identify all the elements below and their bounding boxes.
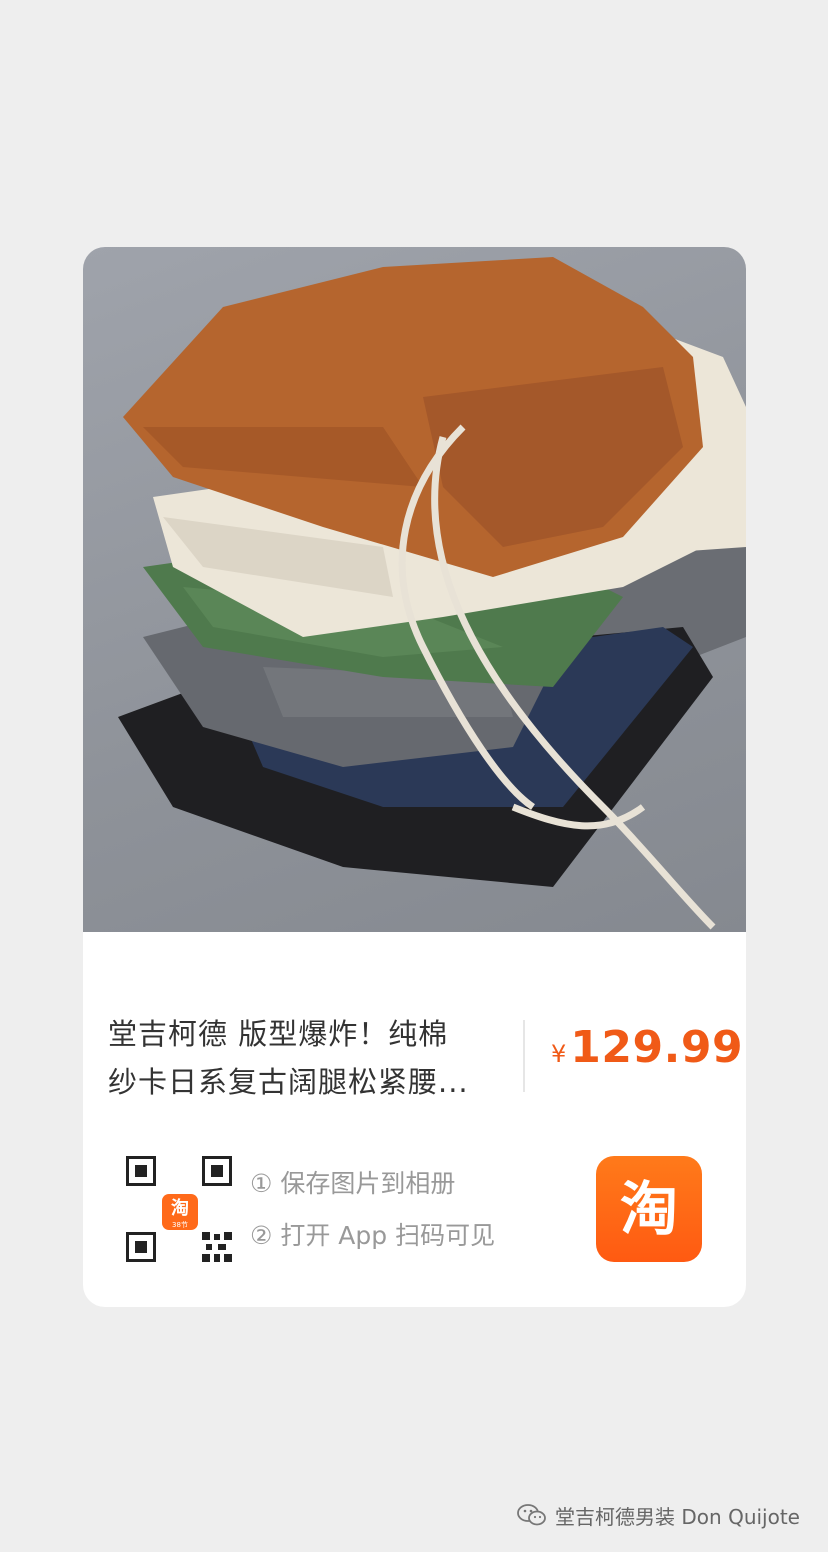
- vertical-divider: [523, 1020, 525, 1092]
- product-title-line-1: 堂吉柯德 版型爆炸！纯棉: [108, 1017, 449, 1051]
- instruction-step-2: ② 打开 App 扫码可见: [250, 1221, 496, 1250]
- product-share-card[interactable]: 堂吉柯德 版型爆炸！纯棉 纱卡日系复古阔腿松紧腰... ¥ 129.99 淘 3…: [83, 247, 746, 1307]
- qr-finder-icon: [202, 1156, 232, 1186]
- qr-code[interactable]: 淘 38节: [126, 1156, 232, 1262]
- product-price: ¥ 129.99: [551, 1022, 743, 1082]
- taobao-badge-icon: 淘 38节: [162, 1194, 198, 1230]
- scan-instructions: ① 保存图片到相册 ② 打开 App 扫码可见: [250, 1162, 495, 1266]
- product-photo: [83, 247, 746, 932]
- product-title[interactable]: 堂吉柯德 版型爆炸！纯棉 纱卡日系复古阔腿松紧腰...: [108, 1010, 513, 1106]
- badge-glyph: 淘: [171, 1198, 189, 1219]
- taobao-app-icon[interactable]: 淘: [596, 1156, 702, 1262]
- qr-finder-icon: [126, 1156, 156, 1186]
- folded-pants-illustration: [118, 257, 746, 930]
- qr-pattern-icon: [202, 1232, 232, 1262]
- instruction-step-1: ① 保存图片到相册: [250, 1169, 456, 1198]
- account-name: 堂吉柯德男装 Don Quijote: [555, 1504, 800, 1529]
- price-value: 129.99: [570, 1022, 744, 1073]
- product-title-line-2: 纱卡日系复古阔腿松紧腰...: [108, 1065, 469, 1099]
- currency-symbol: ¥: [551, 1040, 567, 1068]
- account-watermark: 堂吉柯德男装 Don Quijote: [517, 1498, 800, 1532]
- wechat-icon: [517, 1504, 546, 1526]
- qr-finder-icon: [126, 1232, 156, 1262]
- badge-caption: 38节: [172, 1221, 188, 1229]
